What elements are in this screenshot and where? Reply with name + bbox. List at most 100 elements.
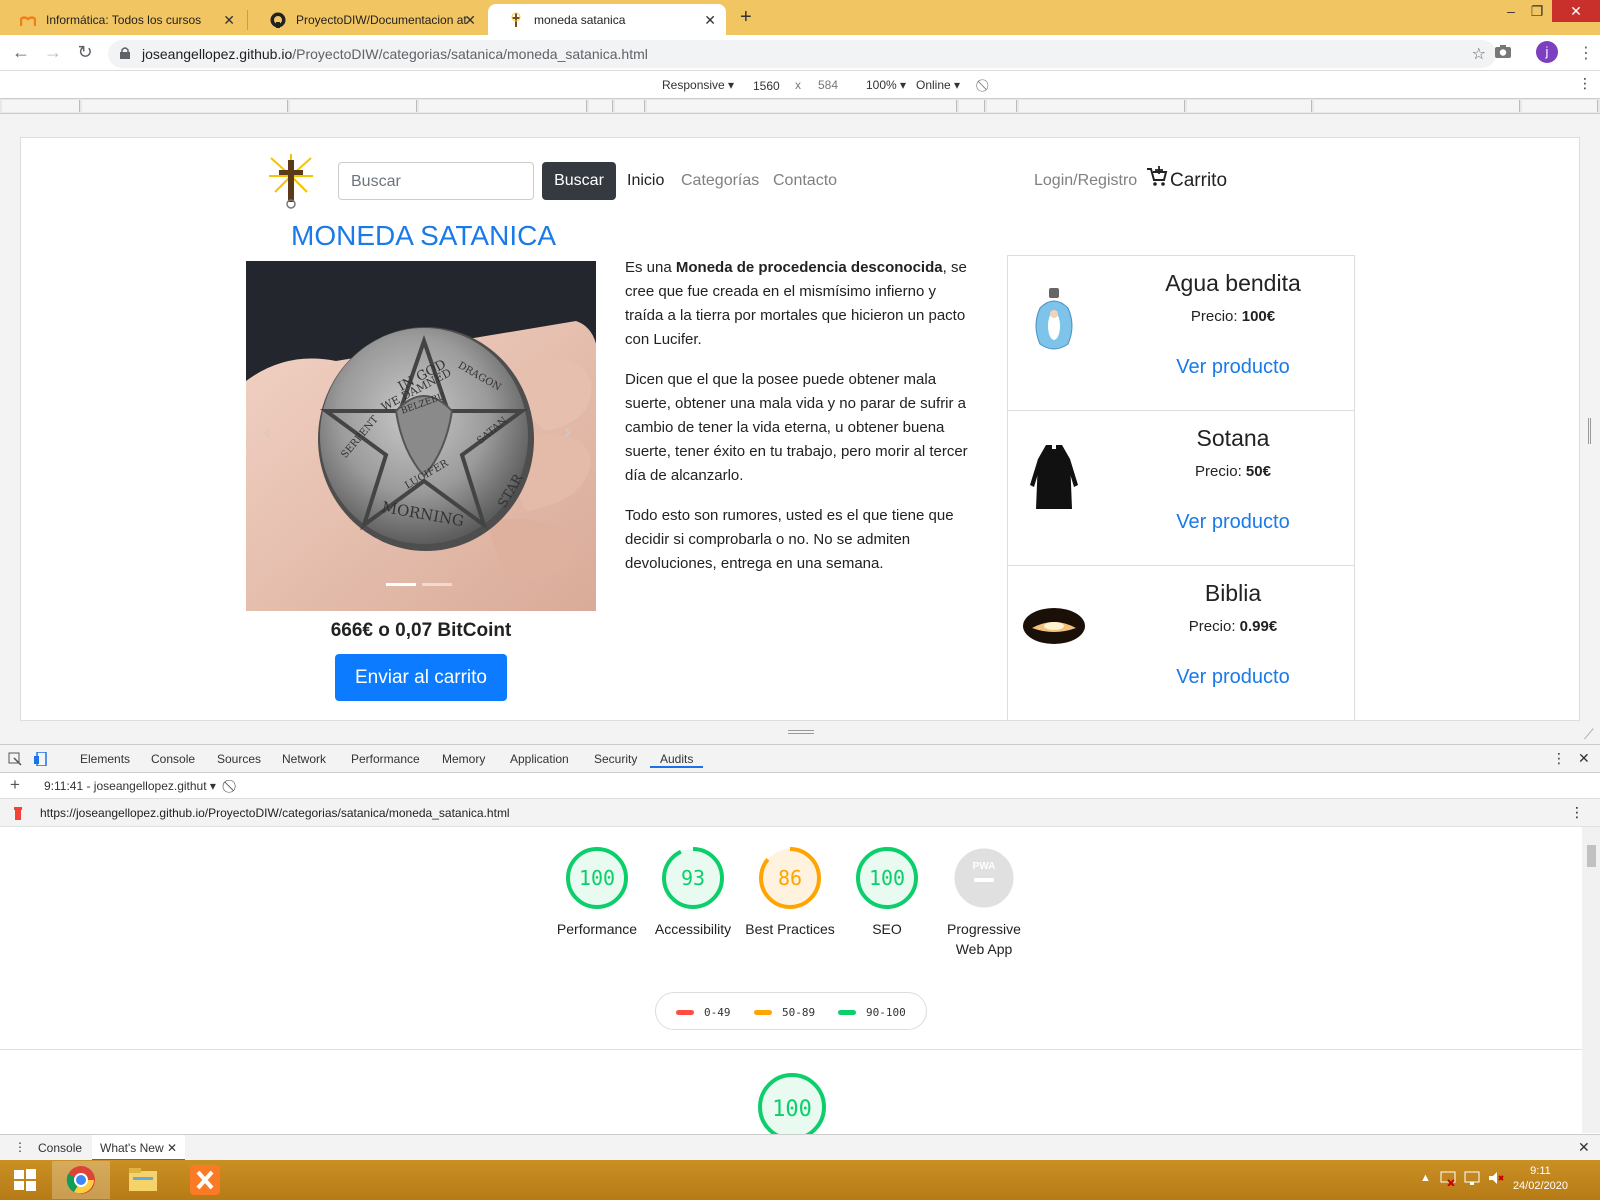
price-value: 100€ <box>1241 308 1276 325</box>
carousel-prev-icon[interactable]: ‹ <box>264 421 271 444</box>
restore-icon[interactable]: ❐ <box>1522 0 1552 22</box>
scrollbar[interactable] <box>1582 827 1600 1133</box>
tab-performance[interactable]: Performance <box>351 752 420 766</box>
close-icon[interactable]: ✕ <box>464 12 476 29</box>
nav-categorias[interactable]: Categorías <box>681 172 759 190</box>
tray-arrow-icon[interactable]: ▲ <box>1420 1172 1431 1184</box>
tab-console[interactable]: Console <box>151 752 195 766</box>
corner-resize-handle[interactable]: ⟋ <box>1584 726 1594 743</box>
windows-start-icon[interactable] <box>0 1161 50 1199</box>
tab-elements[interactable]: Elements <box>80 752 130 766</box>
volume-muted-icon[interactable] <box>1488 1170 1504 1191</box>
site-logo[interactable] <box>269 154 313 210</box>
xampp-icon[interactable] <box>176 1161 234 1199</box>
width-input[interactable]: 1560 <box>752 78 790 94</box>
score-legend: 0-49 50-89 90-100 <box>655 992 927 1030</box>
star-icon[interactable]: ☆ <box>1472 44 1486 64</box>
legend-label: 50-89 <box>782 1006 816 1019</box>
price-label: Precio: <box>1190 308 1242 325</box>
file-explorer-icon[interactable] <box>114 1161 172 1199</box>
display-tray-icon[interactable] <box>1464 1170 1480 1191</box>
device-mode-label: Responsive <box>662 78 725 92</box>
nav-login[interactable]: Login/Registro <box>1034 172 1137 190</box>
height-resize-handle[interactable] <box>788 730 814 734</box>
browser-tab[interactable]: Informática: Todos los cursos ✕ <box>0 4 245 35</box>
browser-tab-strip: Informática: Todos los cursos ✕ Proyecto… <box>0 0 1600 35</box>
related-product-name: Sotana <box>1196 425 1270 451</box>
gauge-label: Best Practices <box>745 921 835 937</box>
nav-contacto[interactable]: Contacto <box>773 172 837 190</box>
devtools-tabbar: Elements Console Sources Network Perform… <box>0 745 1600 773</box>
devtools-close-icon[interactable]: ✕ <box>1578 750 1590 767</box>
score-gauge[interactable]: 86 Best Practices <box>740 845 840 939</box>
score-gauge[interactable]: 100 Performance <box>547 845 647 939</box>
network-tray-icon[interactable] <box>1440 1170 1456 1191</box>
close-icon[interactable]: ✕ <box>223 12 235 29</box>
view-product-link[interactable]: Ver producto <box>1118 511 1348 534</box>
menu-dots-icon[interactable]: ⋮ <box>1578 43 1594 63</box>
legend-swatch <box>838 1010 856 1015</box>
zoom-select[interactable]: 100% ▾ <box>866 78 906 92</box>
more-options-icon[interactable]: ⋮ <box>1578 75 1592 92</box>
report-menu-icon[interactable]: ⋮ <box>1570 804 1584 821</box>
tab-network[interactable]: Network <box>282 752 326 766</box>
dimension-separator: x <box>795 78 801 92</box>
related-product-price: Precio: 0.99€ <box>1118 618 1348 635</box>
tab-memory[interactable]: Memory <box>442 752 485 766</box>
performance-gauge-large: 100 <box>756 1071 828 1135</box>
system-clock[interactable]: 9:11 24/02/2020 <box>1513 1164 1568 1194</box>
camera-icon[interactable] <box>1494 43 1512 64</box>
url-host: joseangellopez.github.io <box>142 46 293 62</box>
reload-icon[interactable]: ↻ <box>74 42 96 63</box>
profile-avatar[interactable]: j <box>1536 41 1558 63</box>
chrome-taskbar-icon[interactable] <box>52 1161 110 1199</box>
score-gauge[interactable]: PWA Progressive Web App <box>934 845 1034 959</box>
gauge-ring: 100 <box>566 847 628 909</box>
forward-icon[interactable]: → <box>42 42 64 63</box>
tab-security[interactable]: Security <box>594 752 637 766</box>
tab-audits[interactable]: Audits <box>650 752 704 768</box>
address-bar[interactable]: joseangellopez.github.io/ProyectoDIW/cat… <box>108 40 1496 68</box>
score-gauge[interactable]: 100 SEO <box>837 845 937 939</box>
drawer-tab-console[interactable]: Console <box>38 1141 82 1155</box>
add-to-cart-button[interactable]: Enviar al carrito <box>335 654 507 701</box>
scrollbar-thumb[interactable] <box>1587 845 1596 867</box>
network-select[interactable]: Online ▾ <box>916 78 960 92</box>
browser-tab-active[interactable]: moneda satanica ✕ <box>488 4 726 35</box>
window-close-icon[interactable]: ✕ <box>1552 0 1600 22</box>
inspect-icon[interactable] <box>8 752 22 769</box>
tab-title: ProyectoDIW/Documentacion at <box>296 12 467 27</box>
drawer-menu-icon[interactable]: ⋮ <box>14 1140 26 1154</box>
search-input[interactable]: Buscar <box>338 162 534 200</box>
height-input[interactable]: 584 <box>818 78 838 92</box>
width-resize-handle[interactable] <box>1588 418 1591 444</box>
device-mode-select[interactable]: Responsive ▾ <box>662 78 734 92</box>
windows-taskbar: ▲ 9:11 24/02/2020 <box>0 1160 1600 1200</box>
device-toggle-icon[interactable] <box>34 751 48 769</box>
gauge-ring: 86 <box>759 847 821 909</box>
tab-application[interactable]: Application <box>510 752 569 766</box>
media-query-ruler[interactable] <box>0 98 1600 114</box>
search-button[interactable]: Buscar <box>542 162 616 200</box>
description-text: Es una <box>625 259 676 276</box>
carousel-next-icon[interactable]: › <box>564 421 571 444</box>
back-icon[interactable]: ← <box>10 42 32 63</box>
new-audit-icon[interactable]: + <box>10 775 20 795</box>
price-value: 50€ <box>1245 463 1271 480</box>
score-gauge[interactable]: 93 Accessibility <box>643 845 743 939</box>
report-selector[interactable]: 9:11:41 - joseangellopez.githut ▾ <box>44 779 216 793</box>
new-tab-icon[interactable]: + <box>740 6 752 29</box>
related-product-card: Agua bendita Precio: 100€ Ver producto <box>1007 255 1355 413</box>
view-product-link[interactable]: Ver producto <box>1118 356 1348 379</box>
browser-tab[interactable]: ProyectoDIW/Documentacion at ✕ <box>250 4 486 35</box>
view-product-link[interactable]: Ver producto <box>1118 666 1348 689</box>
tab-sources[interactable]: Sources <box>217 752 261 766</box>
devtools-menu-icon[interactable]: ⋮ <box>1552 750 1566 767</box>
product-carousel[interactable]: IN GOD WE DAMNED BELZEBU DRAGON SATAN SE… <box>246 261 596 611</box>
close-icon[interactable]: ✕ <box>704 12 716 29</box>
drawer-tab-whats-new[interactable]: What's New ✕ <box>92 1135 186 1161</box>
cart-icon[interactable] <box>1146 165 1168 187</box>
nav-carrito[interactable]: Carrito <box>1170 170 1227 192</box>
nav-inicio[interactable]: Inicio <box>627 172 664 190</box>
drawer-close-icon[interactable]: ✕ <box>1578 1139 1590 1156</box>
